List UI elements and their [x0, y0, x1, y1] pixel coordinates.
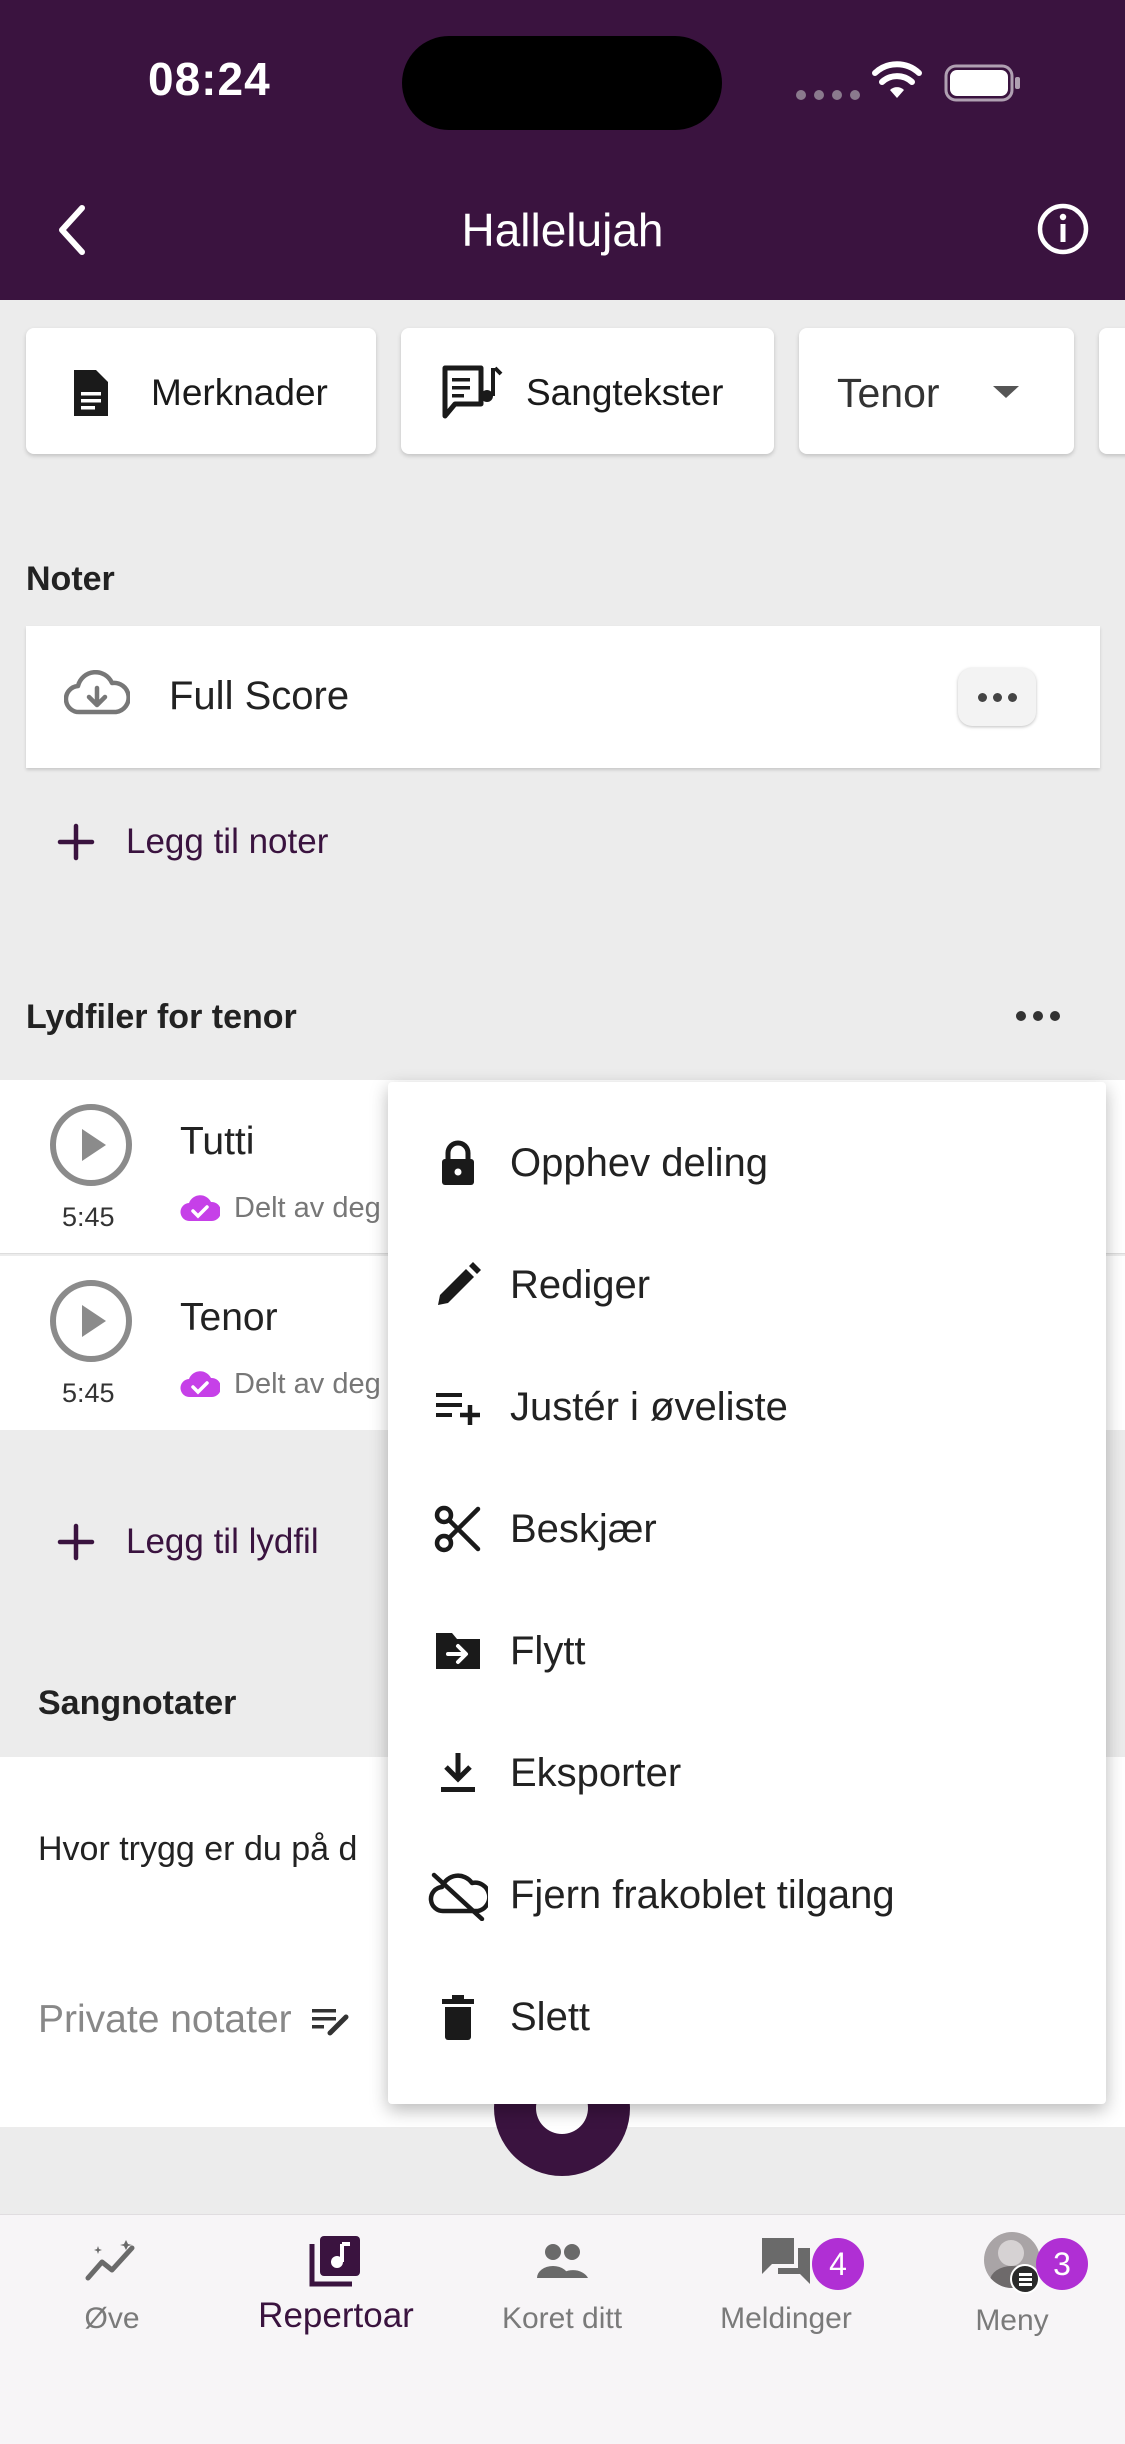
play-button[interactable] — [50, 1104, 132, 1186]
private-notes-placeholder: Private notater — [38, 1998, 292, 2041]
tab-label: Koret ditt — [501, 2302, 623, 2335]
add-audio-button[interactable]: Legg til lydfil — [56, 1522, 319, 1562]
menu-item-adjust-playlist[interactable]: Justér i øveliste — [388, 1346, 1106, 1468]
score-title: Full Score — [169, 674, 350, 718]
menu-badge: 3 — [1036, 2238, 1088, 2290]
menu-item-trim[interactable]: Beskjær — [388, 1468, 1106, 1590]
play-icon — [82, 1305, 106, 1337]
document-icon — [74, 370, 108, 416]
play-button[interactable] — [50, 1280, 132, 1362]
lock-icon — [442, 1140, 474, 1185]
tab-label: Meny — [975, 2304, 1049, 2337]
audio-context-menu: Opphev deling Rediger Justér i øveliste … — [388, 1082, 1106, 2104]
plus-icon — [57, 1523, 95, 1561]
cellular-signal-icon — [796, 90, 860, 100]
voice-select-value: Tenor — [837, 370, 940, 416]
add-sheet-music-label: Legg til noter — [126, 822, 329, 861]
shared-text: Delt av deg — [234, 1368, 381, 1400]
music-library-icon — [309, 2236, 360, 2287]
play-icon — [82, 1129, 106, 1161]
wifi-icon — [872, 61, 922, 98]
score-more-button[interactable] — [958, 668, 1036, 726]
menu-item-label: Flytt — [510, 1628, 586, 1673]
shared-status: Delt av deg — [180, 1368, 381, 1401]
people-icon — [537, 2244, 588, 2278]
plus-icon — [57, 823, 95, 861]
voice-select[interactable]: Tenor — [799, 328, 1074, 454]
audio-title: Tutti — [180, 1120, 255, 1163]
battery-icon — [944, 64, 1020, 102]
notes-chip-label: Merknader — [151, 372, 328, 413]
song-notes-section-title: Sangnotater — [38, 1684, 237, 1722]
menu-item-remove-offline[interactable]: Fjern frakoblet tilgang — [388, 1834, 1106, 1956]
menu-item-label: Beskjær — [510, 1506, 657, 1551]
scissors-icon — [434, 1505, 481, 1553]
menu-item-edit[interactable]: Rediger — [388, 1224, 1106, 1346]
playlist-add-icon — [436, 1393, 480, 1425]
audio-duration: 5:45 — [62, 1378, 115, 1408]
lyrics-chip-label: Sangtekster — [526, 372, 724, 413]
sheet-music-section-title: Noter — [26, 560, 115, 598]
menu-item-label: Rediger — [510, 1262, 651, 1307]
cloud-check-icon — [180, 1194, 220, 1221]
page-title: Hallelujah — [461, 204, 664, 256]
confidence-question: Hvor trygg er du på d — [38, 1830, 358, 1868]
status-time: 08:24 — [148, 53, 271, 105]
menu-item-export[interactable]: Eksporter — [388, 1712, 1106, 1834]
tab-choir[interactable]: Koret ditt — [462, 2232, 662, 2362]
menu-item-move[interactable]: Flytt — [388, 1590, 1106, 1712]
menu-item-label: Fjern frakoblet tilgang — [510, 1872, 895, 1917]
more-chip[interactable] — [1099, 328, 1125, 454]
dropdown-arrow-icon — [993, 386, 1019, 398]
tab-label: Øve — [84, 2302, 140, 2335]
shared-text: Delt av deg — [234, 1192, 381, 1224]
pencil-icon — [438, 1262, 481, 1305]
tab-repertoire[interactable]: Repertoar — [236, 2232, 436, 2362]
download-icon — [441, 1753, 475, 1792]
lyrics-icon — [442, 365, 503, 419]
lyrics-chip[interactable]: Sangtekster — [401, 328, 774, 454]
menu-item-delete[interactable]: Slett — [388, 1956, 1106, 2078]
shared-status: Delt av deg — [180, 1192, 381, 1225]
notes-chip[interactable]: Merknader — [26, 328, 376, 454]
trash-icon — [442, 1995, 474, 2040]
cloud-off-icon — [428, 1872, 488, 1921]
edit-notes-icon — [311, 2009, 349, 2036]
menu-item-unshare[interactable]: Opphev deling — [388, 1102, 1106, 1224]
tab-practice[interactable]: Øve — [12, 2232, 212, 2362]
menu-item-label: Slett — [510, 1994, 591, 2039]
cloud-check-icon — [180, 1370, 220, 1397]
audio-section-title: Lydfiler for tenor — [26, 998, 297, 1036]
menu-item-label: Eksporter — [510, 1750, 682, 1795]
dynamic-island — [402, 36, 722, 130]
cloud-download-icon — [64, 670, 130, 715]
menu-item-label: Opphev deling — [510, 1140, 768, 1185]
practice-chart-icon — [85, 2240, 135, 2281]
private-notes-field[interactable]: Private notater — [38, 1998, 350, 2042]
folder-move-icon — [436, 1633, 480, 1669]
audio-more-button[interactable] — [1016, 1011, 1060, 1021]
messages-badge: 4 — [812, 2238, 864, 2290]
tab-label: Meldinger — [720, 2302, 852, 2335]
audio-duration: 5:45 — [62, 1202, 115, 1232]
chat-icon — [762, 2238, 810, 2284]
tab-label: Repertoar — [258, 2296, 414, 2335]
add-audio-label: Legg til lydfil — [126, 1522, 319, 1561]
menu-item-label: Justér i øveliste — [510, 1384, 788, 1429]
audio-title: Tenor — [180, 1296, 278, 1339]
info-button[interactable] — [1036, 202, 1090, 256]
add-sheet-music-button[interactable]: Legg til noter — [56, 822, 328, 862]
